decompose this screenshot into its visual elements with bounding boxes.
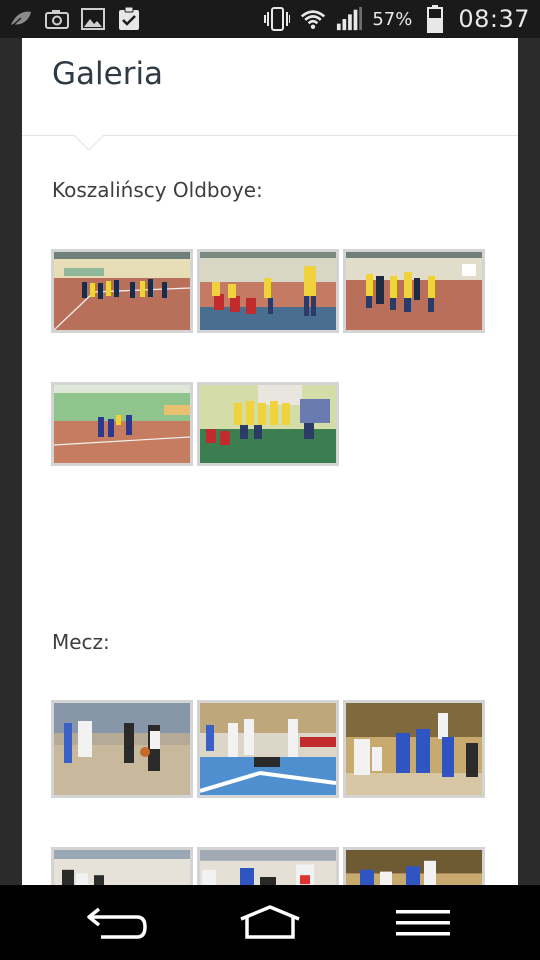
gallery-thumbnail[interactable] (343, 700, 485, 798)
card-header: Galeria (22, 38, 518, 151)
menu-button[interactable] (383, 898, 463, 948)
gallery-thumbnail[interactable] (343, 847, 485, 885)
battery-percent: 57% (372, 8, 413, 30)
page-title: Galeria (52, 56, 164, 92)
thumb-row-4 (51, 847, 485, 885)
gallery-thumbnail[interactable] (197, 700, 339, 798)
vibrate-icon (264, 6, 291, 32)
clipboard-check-icon (116, 6, 142, 32)
thumb-row-2 (51, 382, 339, 466)
wifi-icon (300, 6, 326, 32)
signal-icon (336, 6, 363, 32)
section-label-oldboye: Koszalińscy Oldboye: (52, 178, 263, 202)
gallery-thumbnail[interactable] (51, 700, 193, 798)
gallery-thumbnail[interactable] (197, 249, 339, 333)
gallery-thumbnail[interactable] (197, 382, 339, 466)
battery-icon (422, 5, 448, 33)
back-button[interactable] (77, 898, 157, 948)
back-arrow-icon (86, 907, 147, 939)
leaf-icon (8, 6, 34, 32)
gallery-thumbnail[interactable] (51, 382, 193, 466)
thumb-row-3 (51, 700, 485, 798)
home-button[interactable] (230, 898, 310, 948)
image-icon (80, 6, 106, 32)
gallery-thumbnail[interactable] (343, 249, 485, 333)
navigation-bar (0, 885, 540, 960)
camera-icon (44, 6, 70, 32)
gallery-thumbnail[interactable] (51, 847, 193, 885)
status-bar: 57% 08:37 (0, 0, 540, 38)
home-icon (240, 904, 300, 939)
clock: 08:37 (458, 5, 530, 33)
gallery-thumbnail[interactable] (51, 249, 193, 333)
gallery-card: Galeria Koszalińscy Oldboye: Mecz: (22, 38, 518, 885)
thumb-row-1 (51, 249, 485, 333)
gallery-thumbnail[interactable] (197, 847, 339, 885)
section-label-mecz: Mecz: (52, 630, 110, 654)
header-notch (74, 135, 104, 151)
menu-icon (396, 909, 451, 935)
